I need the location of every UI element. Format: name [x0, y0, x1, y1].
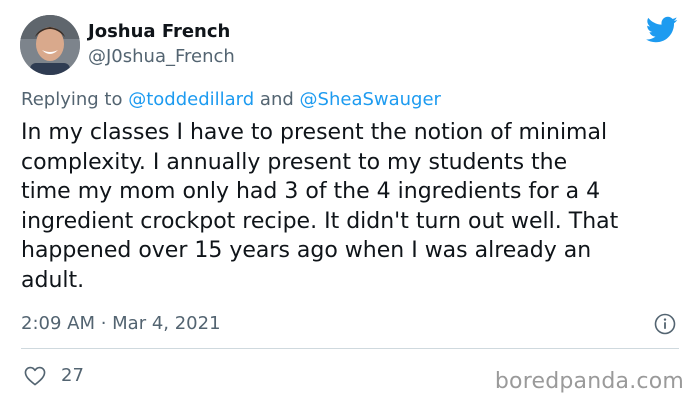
watermark: boredpanda.com: [494, 369, 684, 394]
author-handle[interactable]: @J0shua_French: [88, 46, 235, 68]
author-name[interactable]: Joshua French: [88, 21, 230, 43]
heart-icon[interactable]: [24, 366, 46, 386]
replying-connector: and: [259, 89, 294, 110]
avatar[interactable]: [20, 15, 80, 75]
twitter-bird-icon[interactable]: [646, 16, 678, 44]
mention-link[interactable]: @SheaSwauger: [300, 89, 441, 110]
replying-to: Replying to @toddedillard and @SheaSwaug…: [21, 89, 441, 111]
tweet-card: Joshua French @J0shua_French Replying to…: [0, 0, 700, 402]
tweet-timestamp[interactable]: 2:09 AM · Mar 4, 2021: [21, 313, 221, 335]
divider: [21, 348, 679, 349]
tweet-text: In my classes I have to present the noti…: [21, 120, 619, 293]
replying-prefix: Replying to: [21, 89, 123, 110]
like-count[interactable]: 27: [61, 365, 84, 387]
mention-link[interactable]: @toddedillard: [128, 89, 254, 110]
info-icon[interactable]: [654, 313, 676, 335]
